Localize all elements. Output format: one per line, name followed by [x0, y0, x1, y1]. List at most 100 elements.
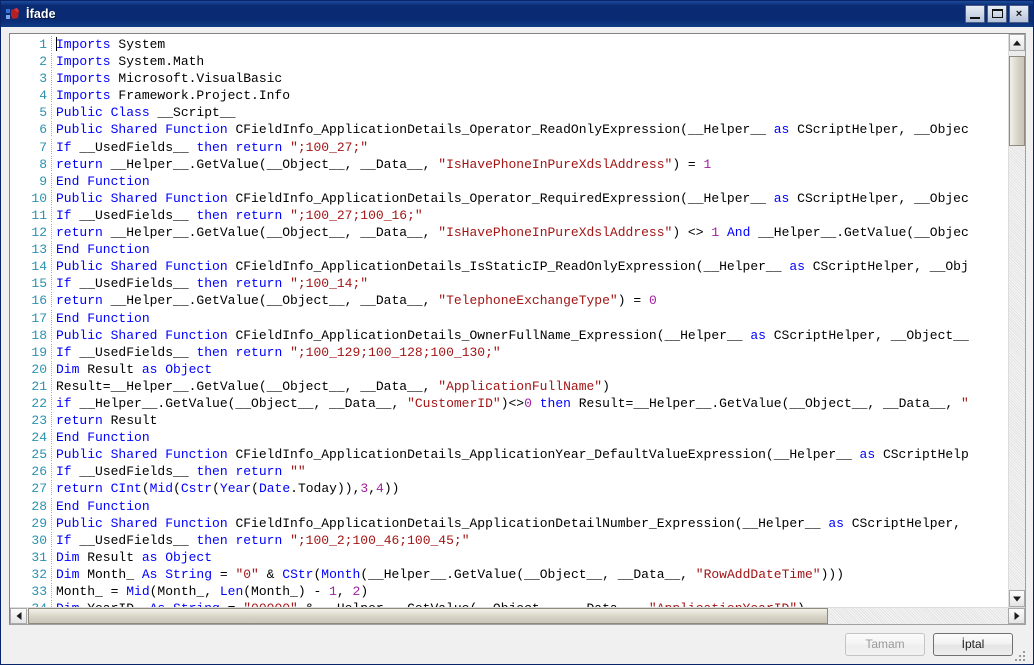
code-line: 6 Public Shared Function CFieldInfo_Appli…	[10, 121, 969, 138]
maximize-button[interactable]	[987, 5, 1007, 23]
code-token-kw: CStr	[282, 566, 314, 582]
code-token-src: Result	[102, 413, 158, 429]
code-token-src: ) =	[672, 156, 704, 172]
code-token-src: CFieldInfo_ApplicationDetails_Applicatio…	[227, 447, 860, 463]
code-token-kw: as	[859, 447, 876, 463]
code-token-kw: return	[56, 481, 103, 497]
code-line: 22 if __Helper__.GetValue(__Object__, __D…	[10, 394, 969, 412]
code-token-src	[282, 276, 290, 291]
resize-grip[interactable]	[1013, 649, 1027, 663]
code-token-src: __Helper__.GetValue(__Object__, __Data__…	[71, 395, 408, 411]
code-token-num: 1	[703, 156, 712, 172]
horizontal-scroll-thumb[interactable]	[28, 608, 828, 624]
ok-button[interactable]: Tamam	[845, 633, 925, 656]
scroll-down-button[interactable]	[1009, 590, 1025, 607]
code-token-src: ))	[383, 481, 400, 497]
line-number: 28	[31, 498, 47, 514]
code-token-kw: If	[56, 344, 72, 360]
code-line: 28 End Function	[10, 497, 969, 515]
code-token-src	[282, 345, 290, 360]
code-token-kw: CInt	[110, 481, 142, 497]
minimize-button[interactable]	[965, 5, 985, 23]
line-number: 18	[31, 327, 47, 343]
line-number: 31	[31, 549, 47, 565]
code-line: 17 End Function	[10, 309, 969, 327]
scroll-right-arrow-icon	[1014, 612, 1019, 620]
code-token-src	[103, 481, 111, 496]
code-token-src: (Month_,	[149, 584, 220, 599]
close-icon: ×	[1015, 8, 1023, 20]
code-token-kw: Public Shared Function	[56, 447, 228, 463]
code-token-src: (	[173, 481, 181, 497]
code-token-str: "IsHavePhoneInPureXdslAddress"	[438, 156, 673, 172]
scroll-left-button[interactable]	[10, 608, 27, 624]
code-token-kw: Dim	[56, 549, 80, 565]
code-token-str: ";100_2;100_46;100_45;"	[290, 532, 470, 548]
code-token-src: __UsedFields__	[71, 344, 197, 360]
scroll-up-button[interactable]	[1009, 34, 1025, 51]
code-line: 3 Imports Microsoft.VisualBasic	[10, 70, 969, 87]
code-token-kw: If	[56, 139, 72, 155]
scroll-right-button[interactable]	[1008, 608, 1025, 624]
code-line: 1 Imports System	[10, 36, 969, 53]
code-token-str: ";100_14;"	[290, 276, 369, 292]
code-token-str: "CustomerID"	[407, 395, 501, 411]
code-token-kw: if	[56, 395, 72, 411]
code-token-src: CFieldInfo_ApplicationDetails_Applicatio…	[227, 515, 829, 531]
code-token-kw: Year	[219, 481, 252, 497]
horizontal-scrollbar[interactable]	[10, 607, 1025, 624]
cancel-button[interactable]: İptal	[933, 633, 1013, 656]
code-token-str: "IsHavePhoneInPureXdslAddress"	[438, 225, 673, 241]
code-line: 15 If __UsedFields__ then return ";100_14…	[10, 275, 969, 292]
code-line: 10 Public Shared Function CFieldInfo_Appl…	[10, 189, 969, 207]
code-token-kw: Public Shared Function	[56, 515, 228, 531]
code-token-str: "0"	[235, 566, 259, 582]
line-number: 12	[31, 225, 47, 241]
code-line: 4 Imports Framework.Project.Info	[10, 87, 969, 104]
code-token-src	[282, 140, 290, 155]
line-number: 5	[39, 105, 47, 121]
code-token-str: "ApplicationFullName"	[438, 378, 603, 394]
code-token-src	[282, 464, 290, 479]
code-token-str: "TelephoneExchangeType"	[438, 293, 618, 309]
code-token-kw: as	[773, 122, 790, 138]
code-token-kw: End Function	[56, 310, 150, 326]
line-number: 13	[31, 242, 47, 258]
code-token-src: __Helper__.GetValue(__Object__, __Data__…	[102, 293, 439, 309]
code-lines: 1 Imports System 2 Imports System.Math 3 Impo…	[10, 36, 969, 607]
line-number: 7	[39, 139, 47, 155]
code-token-num: 0	[648, 293, 657, 309]
close-button[interactable]: ×	[1009, 5, 1029, 23]
code-token-src: __Helper__.GetValue(__Objec	[750, 225, 969, 241]
code-token-str: ";100_27;"	[290, 139, 369, 155]
code-token-kw: As String	[141, 566, 213, 582]
code-token-kw: as Object	[141, 549, 213, 565]
code-token-src: =	[212, 566, 236, 582]
code-token-kw: Public Shared Function	[56, 190, 228, 206]
code-token-src	[719, 225, 727, 240]
code-token-kw: End Function	[56, 498, 150, 514]
dialog-client-area: 1 Imports System 2 Imports System.Math 3 Impo…	[1, 27, 1033, 664]
vertical-scrollbar[interactable]	[1008, 34, 1025, 607]
line-number: 24	[31, 430, 47, 446]
vertical-scroll-thumb[interactable]	[1009, 56, 1025, 146]
code-text-area[interactable]: 1 Imports System 2 Imports System.Math 3 Impo…	[10, 34, 1008, 607]
code-token-kw: as Object	[141, 361, 213, 377]
code-token-kw: then return	[196, 464, 283, 480]
code-token-kw: then return	[196, 532, 283, 548]
code-line: 7 If __UsedFields__ then return ";100_27;…	[10, 138, 969, 156]
line-number: 9	[39, 173, 47, 189]
code-token-src: (	[141, 481, 150, 497]
line-number: 23	[31, 413, 47, 429]
code-token-src: __Script__	[149, 105, 236, 121]
code-line: 16 return __Helper__.GetValue(__Object__,…	[10, 292, 969, 309]
code-token-num: 4	[376, 481, 384, 497]
code-token-kw: as	[773, 190, 790, 206]
code-line: 26 If __UsedFields__ then return ""	[10, 463, 969, 480]
code-token-src: Month_	[79, 566, 142, 582]
code-token-kw: Mid	[126, 584, 150, 599]
code-token-kw: Month	[321, 566, 361, 582]
code-token-src: Result	[79, 361, 142, 377]
code-editor[interactable]: 1 Imports System 2 Imports System.Math 3 Impo…	[9, 33, 1026, 625]
line-number: 4	[39, 88, 47, 104]
